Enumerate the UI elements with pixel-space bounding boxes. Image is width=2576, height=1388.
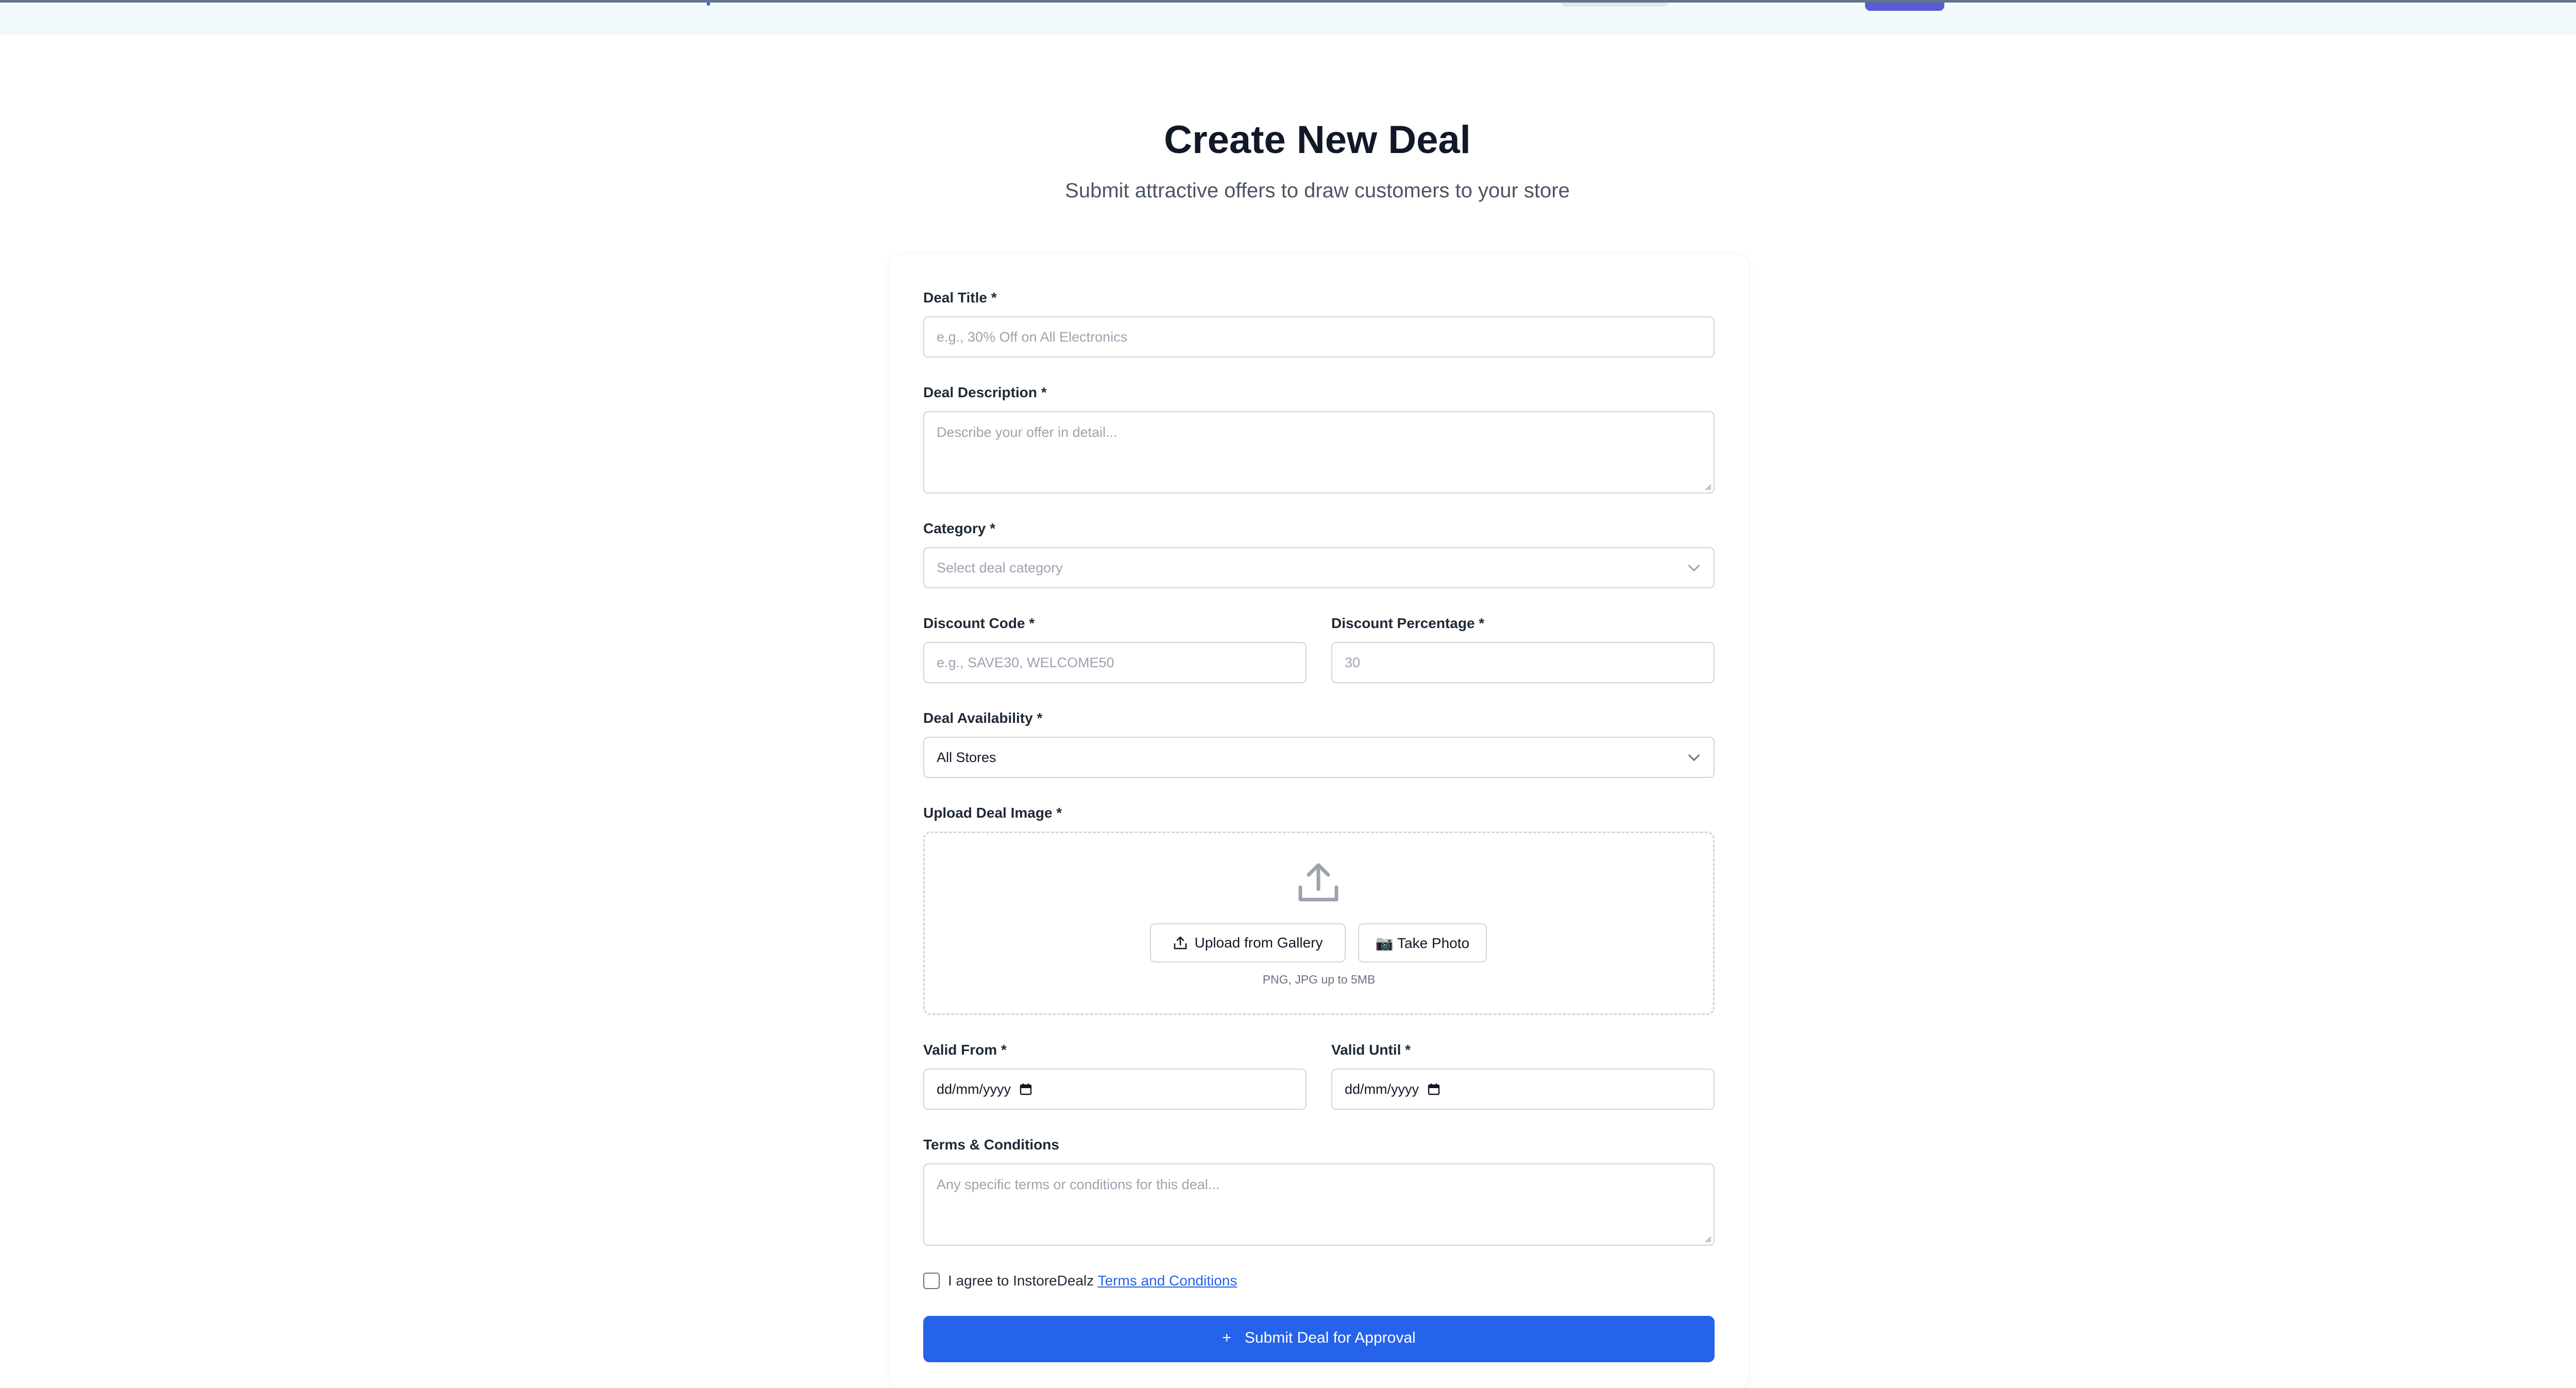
agree-terms-label: I agree to InstoreDealz [948,1273,1094,1289]
valid-from-value: dd/mm/yyyy [937,1081,1011,1097]
submit-deal-button[interactable]: + Submit Deal for Approval [923,1316,1715,1362]
deal-title-placeholder: e.g., 30% Off on All Electronics [937,329,1128,345]
discount-code-input[interactable]: e.g., SAVE30, WELCOME50 [923,642,1307,683]
valid-until-label: Valid Until * [1331,1042,1411,1058]
deal-description-label: Deal Description * [923,384,1047,400]
page-title: Create New Deal [1164,118,1471,162]
calendar-icon[interactable] [1427,1082,1440,1096]
category-label: Category * [923,520,996,536]
terms-and-conditions-link[interactable]: Terms and Conditions [1098,1273,1238,1289]
deal-title-input[interactable]: e.g., 30% Off on All Electronics [923,316,1715,358]
upload-icon [1298,863,1338,902]
deal-description-placeholder: Describe your offer in detail... [937,425,1117,440]
agree-terms-text: I agree to InstoreDealz Terms and Condit… [948,1272,1237,1290]
category-select[interactable]: Select deal category [923,547,1715,588]
deal-title-label: Deal Title * [923,290,997,306]
terms-placeholder: Any specific terms or conditions for thi… [937,1177,1220,1192]
top-navigation-bar [0,0,2576,35]
upload-from-gallery-label: Upload from Gallery [1194,935,1323,951]
valid-from-date-input[interactable]: dd/mm/yyyy [923,1069,1307,1110]
discount-percentage-label: Discount Percentage * [1331,615,1485,631]
chevron-down-icon [1688,560,1700,572]
chevron-down-icon [1688,749,1700,761]
discount-code-label: Discount Code * [923,615,1035,631]
valid-from-label: Valid From * [923,1042,1007,1058]
submit-deal-label: Submit Deal for Approval [1244,1329,1416,1346]
terms-label: Terms & Conditions [923,1137,1059,1153]
agree-terms-checkbox[interactable] [923,1273,940,1289]
nav-button[interactable] [1561,3,1668,7]
upload-hint: PNG, JPG up to 5MB [1262,973,1376,986]
resize-handle-icon[interactable] [1703,1234,1711,1243]
header-cta-button[interactable] [1865,3,1944,11]
discount-percentage-input[interactable]: 30 [1331,642,1715,683]
category-placeholder: Select deal category [937,560,1063,575]
resize-handle-icon[interactable] [1703,482,1711,490]
take-photo-label: 📷 Take Photo [1375,935,1470,951]
discount-percentage-placeholder: 30 [1345,655,1361,670]
deal-availability-select[interactable]: All Stores [923,737,1715,778]
discount-code-placeholder: e.g., SAVE30, WELCOME50 [937,655,1114,670]
nav-link-indicator [707,3,710,6]
upload-image-label: Upload Deal Image * [923,805,1062,821]
deal-availability-value: All Stores [937,750,996,765]
valid-until-date-input[interactable]: dd/mm/yyyy [1331,1069,1715,1110]
take-photo-button[interactable]: 📷 Take Photo [1358,923,1487,962]
plus-icon: + [1222,1329,1231,1346]
calendar-icon[interactable] [1019,1082,1032,1096]
upload-icon [1174,936,1187,950]
page-subtitle: Submit attractive offers to draw custome… [1065,179,1570,202]
deal-description-textarea[interactable]: Describe your offer in detail... [923,411,1715,494]
deal-availability-label: Deal Availability * [923,710,1043,726]
valid-until-value: dd/mm/yyyy [1345,1081,1419,1097]
upload-from-gallery-button[interactable]: Upload from Gallery [1150,923,1346,962]
terms-textarea[interactable]: Any specific terms or conditions for thi… [923,1163,1715,1246]
